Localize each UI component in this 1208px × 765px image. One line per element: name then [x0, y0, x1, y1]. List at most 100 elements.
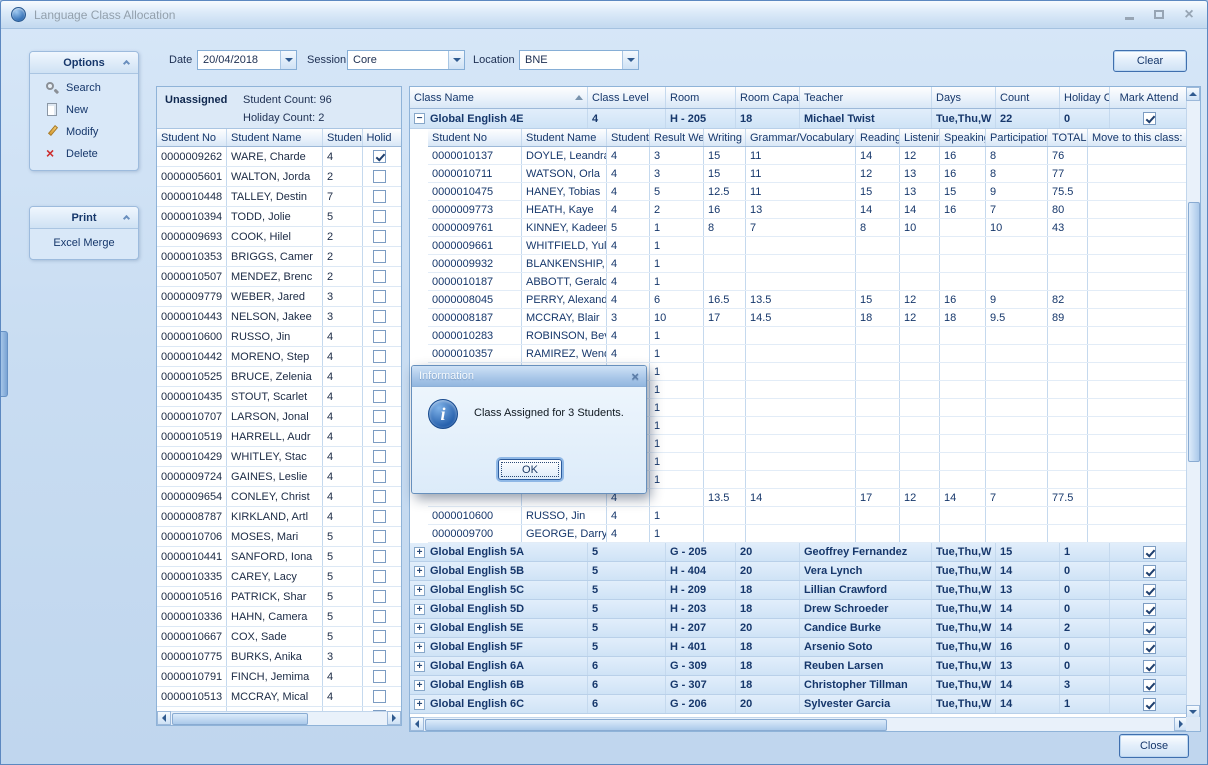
- dialog-close-button[interactable]: ×: [631, 370, 639, 383]
- expand-icon[interactable]: +: [414, 661, 425, 672]
- unassigned-student-row[interactable]: 0000010448 TALLEY, Destin 7: [157, 187, 401, 207]
- holiday-checkbox[interactable]: [373, 190, 386, 203]
- holiday-checkbox[interactable]: [373, 570, 386, 583]
- class-student-row[interactable]: 0000010283 ROBINSON, Bevis 4 1: [428, 327, 1188, 345]
- unassigned-student-row[interactable]: 0000009262 WARE, Charde 4: [157, 147, 401, 167]
- unassigned-student-row[interactable]: 0000010525 BRUCE, Zelenia 4: [157, 367, 401, 387]
- unassigned-student-row[interactable]: 0000010519 HARRELL, Audr 4: [157, 427, 401, 447]
- sidebar-item-excel-merge[interactable]: Excel Merge: [30, 232, 138, 254]
- clear-button[interactable]: Clear: [1113, 50, 1187, 72]
- unassigned-student-row[interactable]: 0000010791 FINCH, Jemima 4: [157, 667, 401, 687]
- mark-attend-checkbox[interactable]: [1143, 698, 1156, 711]
- class-student-row[interactable]: 0000009661 WHITFIELD, Yuli 4 1: [428, 237, 1188, 255]
- unassigned-student-row[interactable]: 0000010707 LARSON, Jonal 4: [157, 407, 401, 427]
- scrollbar-thumb[interactable]: [172, 713, 308, 725]
- class-student-row[interactable]: 0000009932 BLANKENSHIP, Max 4 1: [428, 255, 1188, 273]
- class-row[interactable]: + Global English 6A 6 G - 309 18 Reuben …: [410, 657, 1188, 676]
- class-student-row[interactable]: 0000009700 GEORGE, Darryl 4 1: [428, 525, 1188, 543]
- holiday-checkbox[interactable]: [373, 290, 386, 303]
- unassigned-student-row[interactable]: 0000010706 MOSES, Mari 5: [157, 527, 401, 547]
- expand-icon[interactable]: +: [414, 604, 425, 615]
- class-student-row[interactable]: 0000010137 DOYLE, Leandra 4 3 15 11 14 1…: [428, 147, 1188, 165]
- unassigned-student-row[interactable]: 0000010429 WHITLEY, Stac 4: [157, 447, 401, 467]
- column-header-class-level[interactable]: Class Level: [588, 87, 666, 108]
- scrollbar-thumb[interactable]: [425, 719, 887, 731]
- column-header[interactable]: Participation: [986, 129, 1048, 146]
- mark-attend-checkbox[interactable]: [1143, 565, 1156, 578]
- column-header-room[interactable]: Room: [666, 87, 736, 108]
- maximize-button[interactable]: [1151, 7, 1167, 23]
- column-header-mark-attend[interactable]: Mark Attend: [1110, 87, 1188, 108]
- collapse-icon[interactable]: −: [414, 113, 425, 124]
- unassigned-student-row[interactable]: 0000009724 GAINES, Leslie 4: [157, 467, 401, 487]
- expand-icon[interactable]: +: [414, 623, 425, 634]
- holiday-checkbox[interactable]: [373, 690, 386, 703]
- expand-icon[interactable]: +: [414, 699, 425, 710]
- column-header[interactable]: Result Week: [650, 129, 704, 146]
- class-row[interactable]: + Global English 5C 5 H - 209 18 Lillian…: [410, 581, 1188, 600]
- location-select[interactable]: BNE: [519, 50, 639, 70]
- date-dropdown-button[interactable]: [280, 51, 296, 69]
- unassigned-student-row[interactable]: 0000009654 CONLEY, Christ 4: [157, 487, 401, 507]
- expand-icon[interactable]: +: [414, 547, 425, 558]
- class-student-row[interactable]: 0000009761 KINNEY, Kadeem 5 1 8 7 8 10 1…: [428, 219, 1188, 237]
- unassigned-student-row[interactable]: 0000009779 WEBER, Jared 3: [157, 287, 401, 307]
- class-row[interactable]: + Global English 5D 5 H - 203 18 Drew Sc…: [410, 600, 1188, 619]
- unassigned-student-row[interactable]: 0000005601 WALTON, Jorda 2: [157, 167, 401, 187]
- column-header[interactable]: Student Name: [227, 129, 323, 146]
- holiday-checkbox[interactable]: [373, 510, 386, 523]
- class-row[interactable]: + Global English 6C 6 G - 206 20 Sylvest…: [410, 695, 1188, 714]
- holiday-checkbox[interactable]: [373, 370, 386, 383]
- unassigned-student-row[interactable]: 0000010435 STOUT, Scarlet 4: [157, 387, 401, 407]
- unassigned-student-row[interactable]: 0000010442 MORENO, Step 4: [157, 347, 401, 367]
- column-header[interactable]: Student: [607, 129, 650, 146]
- unassigned-student-row[interactable]: 0000010353 BRIGGS, Camer 2: [157, 247, 401, 267]
- column-header[interactable]: Student No: [157, 129, 227, 146]
- holiday-checkbox[interactable]: [373, 270, 386, 283]
- holiday-checkbox[interactable]: [373, 490, 386, 503]
- column-header[interactable]: TOTAL: [1048, 129, 1088, 146]
- holiday-checkbox[interactable]: [373, 210, 386, 223]
- column-header[interactable]: Holid: [363, 129, 395, 146]
- class-row[interactable]: + Global English 5B 5 H - 404 20 Vera Ly…: [410, 562, 1188, 581]
- class-row-expanded[interactable]: − Global English 4E 4 H - 205 18 Michael…: [410, 109, 1188, 129]
- holiday-checkbox[interactable]: [373, 170, 386, 183]
- unassigned-student-row[interactable]: 0000010336 HAHN, Camera 5: [157, 607, 401, 627]
- column-header-room-capacity[interactable]: Room Capacit: [736, 87, 800, 108]
- mark-attend-checkbox[interactable]: [1143, 584, 1156, 597]
- unassigned-student-row[interactable]: 0000010394 TODD, Jolie 5: [157, 207, 401, 227]
- expand-icon[interactable]: +: [414, 585, 425, 596]
- column-header-count[interactable]: Count: [996, 87, 1060, 108]
- column-header-days[interactable]: Days: [932, 87, 996, 108]
- class-student-row[interactable]: 0000010711 WATSON, Orla 4 3 15 11 12 13 …: [428, 165, 1188, 183]
- options-panel-header[interactable]: Options: [30, 52, 138, 74]
- mark-attend-checkbox[interactable]: [1143, 641, 1156, 654]
- column-header-holiday-count[interactable]: Holiday Cour: [1060, 87, 1110, 108]
- holiday-checkbox[interactable]: [373, 670, 386, 683]
- holiday-checkbox[interactable]: [373, 230, 386, 243]
- unassigned-student-row[interactable]: 0000010667 COX, Sade 5: [157, 627, 401, 647]
- holiday-checkbox[interactable]: [373, 470, 386, 483]
- window-close-button[interactable]: ×: [1181, 7, 1197, 23]
- column-header-class-name[interactable]: Class Name: [410, 87, 588, 108]
- unassigned-student-row[interactable]: 0000010513 MCCRAY, Mical 4: [157, 687, 401, 707]
- holiday-checkbox[interactable]: [373, 630, 386, 643]
- unassigned-student-row[interactable]: 0000010443 NELSON, Jakee 3: [157, 307, 401, 327]
- class-student-row[interactable]: 0000008187 MCCRAY, Blair 3 10 17 14.5 18…: [428, 309, 1188, 327]
- class-student-row[interactable]: 0000010600 RUSSO, Jin 4 1: [428, 507, 1188, 525]
- classes-vertical-scrollbar[interactable]: [1186, 87, 1200, 719]
- class-row[interactable]: + Global English 5F 5 H - 401 18 Arsenio…: [410, 638, 1188, 657]
- holiday-checkbox[interactable]: [373, 150, 386, 163]
- sidebar-item-search[interactable]: Search: [30, 77, 138, 99]
- mark-attend-checkbox[interactable]: [1143, 603, 1156, 616]
- unassigned-student-row[interactable]: 0000010441 SANFORD, Iona 5: [157, 547, 401, 567]
- scroll-left-button[interactable]: [410, 717, 424, 731]
- unassigned-student-row[interactable]: 0000010335 CAREY, Lacy 5: [157, 567, 401, 587]
- unassigned-student-row[interactable]: 0000008787 KIRKLAND, Artl 4: [157, 507, 401, 527]
- unassigned-student-row[interactable]: 0000009693 COOK, Hilel 2: [157, 227, 401, 247]
- mark-attend-checkbox[interactable]: [1143, 546, 1156, 559]
- holiday-checkbox[interactable]: [373, 410, 386, 423]
- holiday-checkbox[interactable]: [373, 550, 386, 563]
- scroll-left-button[interactable]: [157, 711, 171, 725]
- sidebar-item-delete[interactable]: × Delete: [30, 143, 138, 165]
